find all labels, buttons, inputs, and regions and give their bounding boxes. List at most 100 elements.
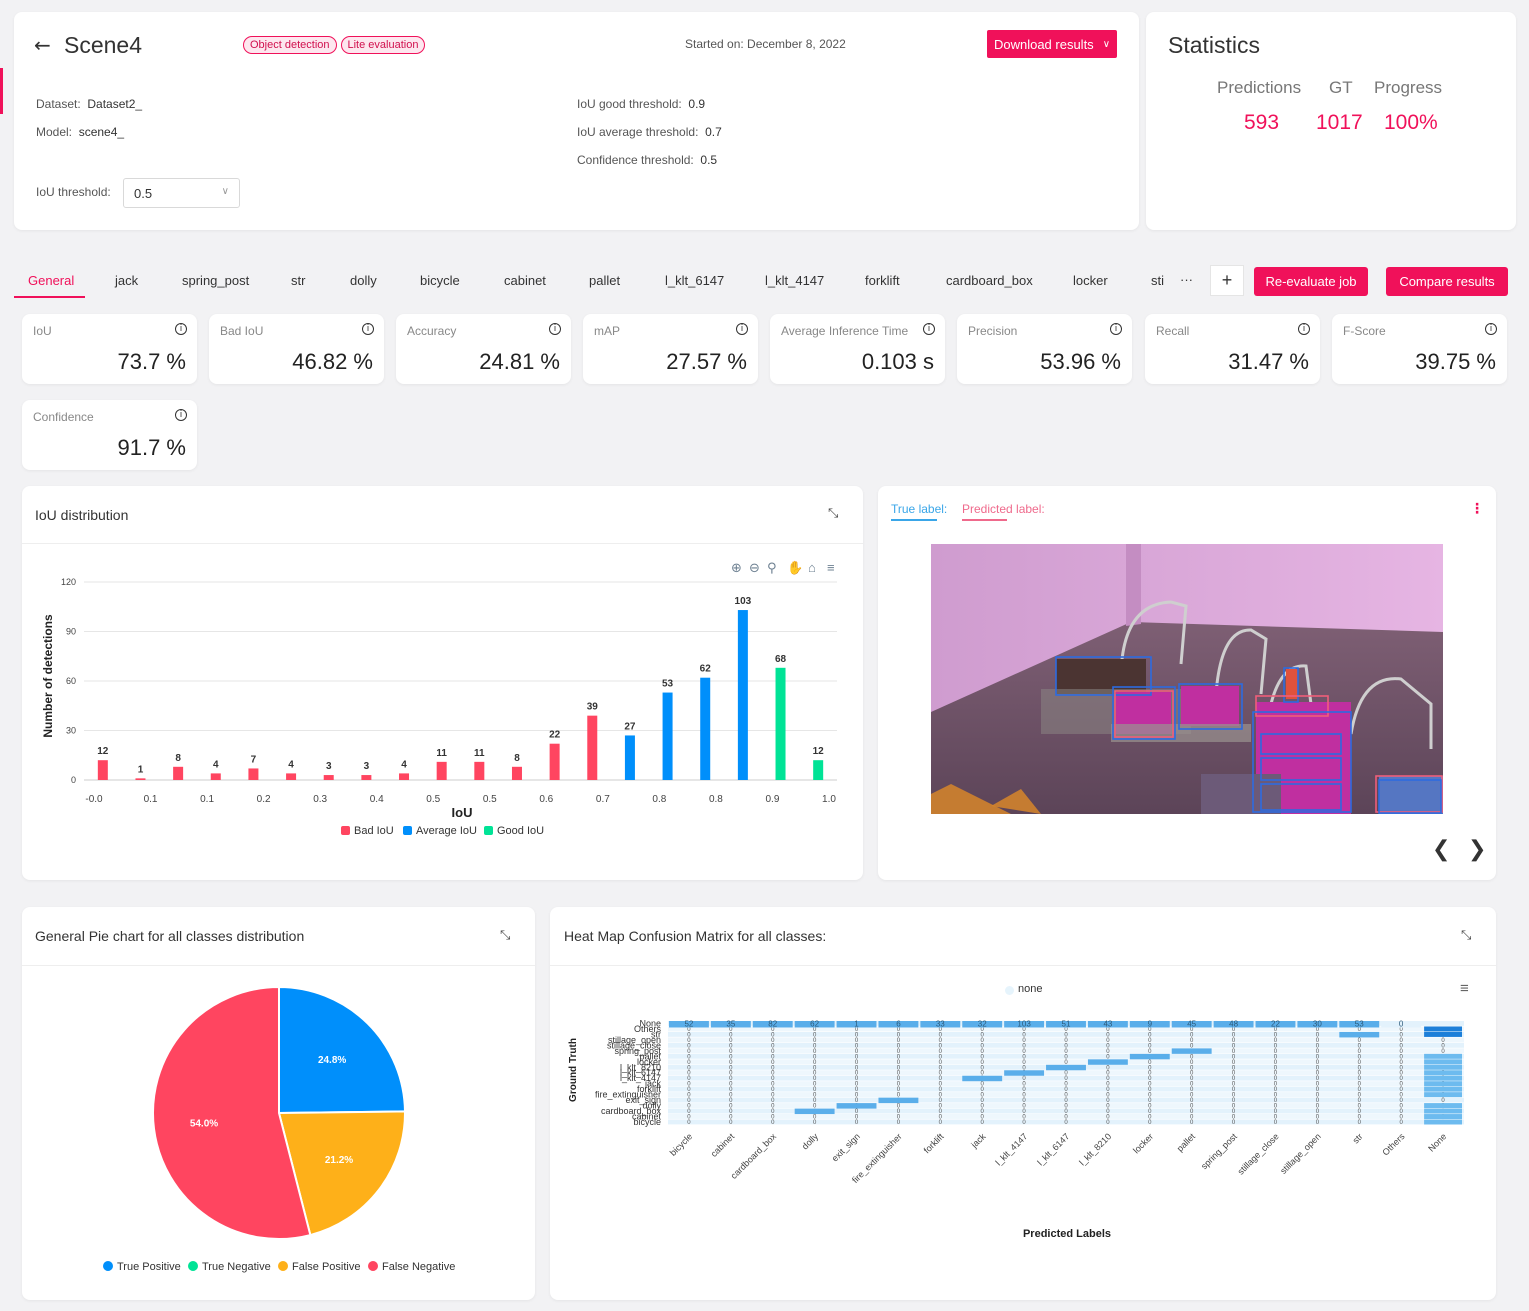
previous-image-icon[interactable]: ❮	[1432, 836, 1450, 862]
info-icon[interactable]: i	[175, 409, 187, 421]
heatmap-cell[interactable]	[1424, 1070, 1462, 1076]
bar[interactable]	[173, 766, 184, 780]
heatmap-cell[interactable]	[1424, 1119, 1462, 1125]
info-icon[interactable]: i	[362, 323, 374, 335]
legend-item[interactable]: True Negative	[202, 1261, 271, 1273]
true-label-tab[interactable]: True label:	[891, 502, 947, 516]
heatmap-cell[interactable]	[1424, 1059, 1462, 1065]
info-icon[interactable]: i	[1110, 323, 1122, 335]
bar[interactable]	[511, 766, 522, 780]
bar[interactable]	[399, 773, 410, 780]
legend-item[interactable]: False Negative	[382, 1261, 455, 1273]
tab-l-klt-6147[interactable]: l_klt_6147	[665, 273, 724, 288]
add-tab-button[interactable]: +	[1210, 265, 1244, 296]
predicted-label-tab[interactable]: Predicted label:	[962, 502, 1045, 516]
heatmap-cell[interactable]	[878, 1097, 919, 1104]
bar[interactable]	[361, 775, 372, 780]
more-vertical-icon[interactable]: ⋮	[1470, 500, 1484, 517]
heatmap-cell[interactable]	[836, 1103, 877, 1109]
bar[interactable]	[700, 677, 711, 780]
chart-menu-icon[interactable]: ≡	[827, 560, 835, 575]
legend-item[interactable]: Bad IoU	[354, 825, 394, 837]
info-icon[interactable]: i	[549, 323, 561, 335]
tab-l-klt-4147[interactable]: l_klt_4147	[765, 273, 824, 288]
bar[interactable]	[248, 768, 259, 780]
tab-cabinet[interactable]: cabinet	[504, 273, 546, 288]
re-evaluate-job-button[interactable]: Re-evaluate job	[1254, 267, 1368, 296]
next-image-icon[interactable]: ❯	[1468, 836, 1486, 862]
heatmap-cell[interactable]	[1424, 1026, 1462, 1032]
bar[interactable]	[210, 773, 221, 780]
bar[interactable]	[97, 760, 108, 780]
bar[interactable]	[624, 735, 635, 780]
info-icon[interactable]: i	[923, 323, 935, 335]
heatmap-cell[interactable]	[1424, 1092, 1462, 1098]
compare-results-button[interactable]: Compare results	[1386, 267, 1508, 296]
tab-cardboard-box[interactable]: cardboard_box	[946, 273, 1033, 288]
bar[interactable]	[135, 778, 146, 780]
bar[interactable]	[436, 761, 447, 780]
tab-jack[interactable]: jack	[115, 273, 138, 288]
iou-threshold-value: 0.5	[134, 186, 153, 201]
bar[interactable]	[662, 692, 673, 780]
tab-locker[interactable]: locker	[1073, 273, 1108, 288]
heatmap-cell[interactable]	[1424, 1075, 1462, 1081]
bar[interactable]	[549, 743, 560, 780]
heatmap-cell[interactable]	[1129, 1053, 1170, 1060]
info-icon[interactable]: i	[1485, 323, 1497, 335]
heatmap-cell[interactable]	[1424, 1081, 1462, 1087]
iou-threshold-select[interactable]: 0.5 ∨	[123, 178, 240, 208]
heatmap-cell[interactable]	[1424, 1114, 1462, 1120]
bar[interactable]	[286, 773, 297, 780]
legend-item[interactable]: Average IoU	[416, 825, 477, 837]
heatmap-cell[interactable]	[1046, 1064, 1086, 1071]
bar[interactable]	[775, 667, 786, 780]
tab-str[interactable]: str	[291, 273, 305, 288]
bar-data-label: 4	[401, 759, 407, 770]
tab-sti[interactable]: sti	[1151, 273, 1166, 288]
heatmap-cell[interactable]	[962, 1075, 1003, 1082]
heatmap-cell[interactable]	[1087, 1059, 1128, 1065]
legend-item[interactable]: True Positive	[117, 1261, 181, 1273]
tab-forklift[interactable]: forklift	[865, 273, 900, 288]
heatmap-cell[interactable]	[1424, 1103, 1462, 1109]
bar[interactable]	[323, 775, 334, 780]
compare-results-label: Compare results	[1399, 274, 1495, 289]
heatmap-cell[interactable]	[1424, 1108, 1462, 1114]
tab-spring-post[interactable]: spring_post	[182, 273, 249, 288]
bar[interactable]	[474, 761, 485, 780]
heatmap-cell[interactable]	[1004, 1070, 1045, 1076]
tab-pallet[interactable]: pallet	[589, 273, 620, 288]
reset-home-icon[interactable]: ⌂	[808, 560, 816, 575]
heatmap-cell[interactable]	[1424, 1053, 1462, 1059]
info-icon[interactable]: i	[175, 323, 187, 335]
zoom-out-icon[interactable]: ⊖	[749, 560, 760, 575]
bar[interactable]	[587, 715, 598, 780]
download-results-button[interactable]: Download results ∨	[987, 30, 1117, 58]
bar[interactable]	[737, 610, 748, 780]
back-arrow-icon[interactable]: ←	[34, 33, 51, 57]
heatmap-cell[interactable]	[1424, 1031, 1462, 1037]
legend-item[interactable]: Good IoU	[497, 825, 544, 837]
heatmap-cell[interactable]	[1424, 1064, 1462, 1070]
tab-bicycle[interactable]: bicycle	[420, 273, 460, 288]
bar-data-label: 11	[436, 748, 447, 759]
pan-hand-icon[interactable]: ✋	[787, 560, 803, 575]
heatmap-cell[interactable]	[794, 1108, 835, 1115]
legend-item[interactable]: False Positive	[292, 1261, 360, 1273]
heatmap-cell[interactable]	[1171, 1048, 1212, 1054]
zoom-in-icon[interactable]: ⊕	[731, 560, 742, 575]
x-category-label: forklift	[922, 1131, 946, 1155]
info-icon[interactable]: i	[1298, 323, 1310, 335]
pie-slice[interactable]	[278, 985, 407, 1115]
tab-dolly[interactable]: dolly	[350, 273, 377, 288]
tab-general[interactable]: General	[28, 273, 74, 288]
heatmap-cell[interactable]	[1424, 1086, 1462, 1092]
bar-data-label: 62	[700, 664, 712, 675]
bar[interactable]	[813, 760, 824, 780]
more-tabs-icon[interactable]: ···	[1180, 272, 1193, 287]
selection-zoom-icon[interactable]: ⚲	[767, 560, 777, 575]
info-icon[interactable]: i	[736, 323, 748, 335]
heatmap-cell[interactable]	[1339, 1031, 1380, 1038]
x-category-label: stillage_close	[1236, 1131, 1281, 1176]
